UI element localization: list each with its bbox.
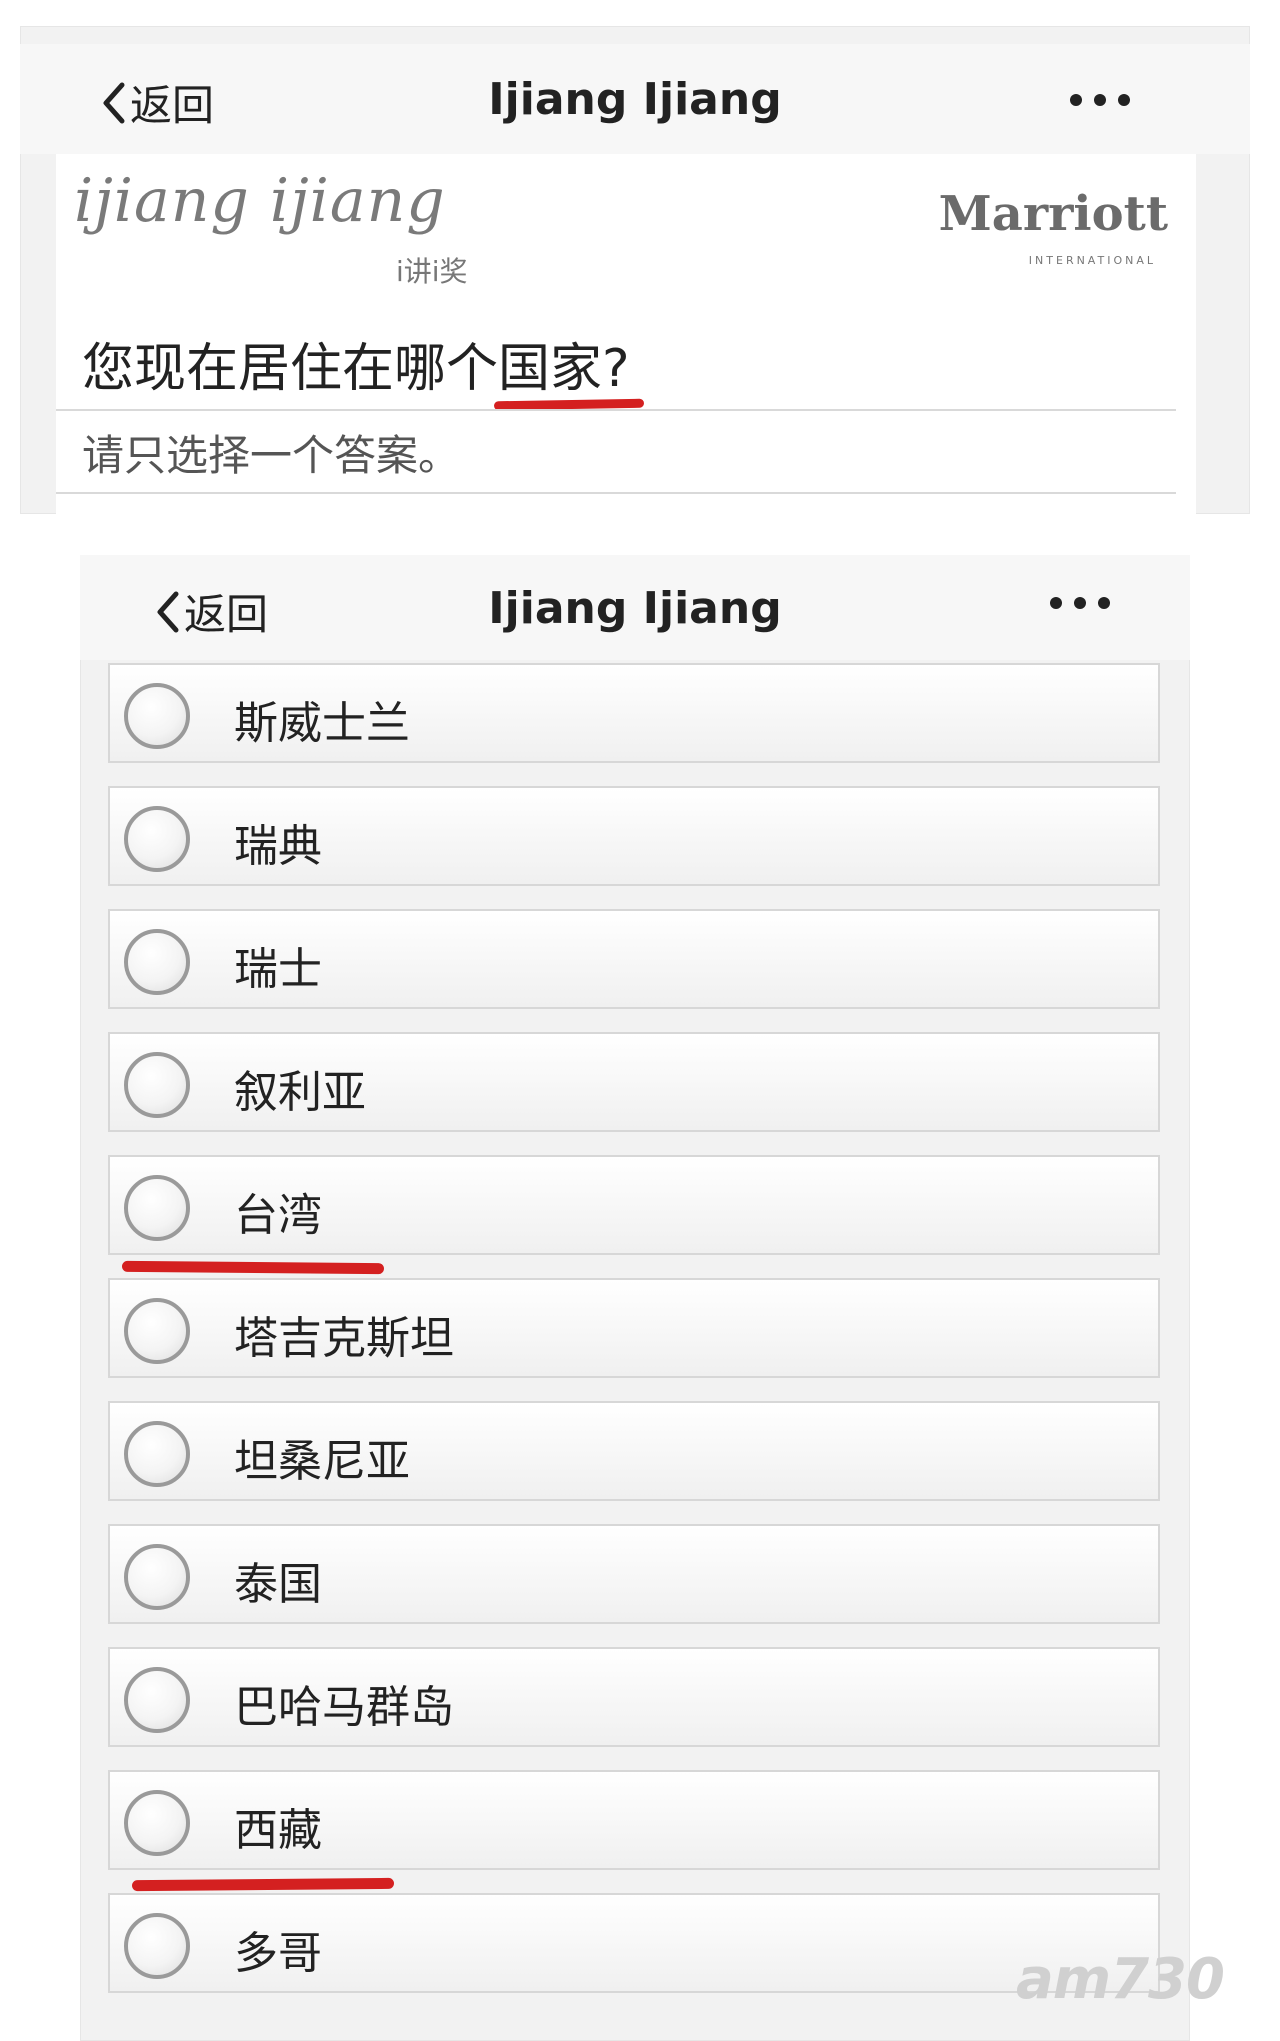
option-switzerland[interactable]: 瑞士 xyxy=(108,909,1160,1009)
question-text: 您现在居住在哪个国家? xyxy=(82,339,630,399)
option-label: 台湾 xyxy=(234,1190,322,1241)
radio-button[interactable] xyxy=(124,806,190,872)
option-label: 巴哈马群岛 xyxy=(234,1682,454,1733)
nav-bar: 返回 Ijiang Ijiang xyxy=(80,555,1190,660)
radio-button[interactable] xyxy=(124,1175,190,1241)
option-thailand[interactable]: 泰国 xyxy=(108,1524,1160,1624)
instruction-text: 请只选择一个答案。 xyxy=(82,431,461,480)
screenshot-question: 返回 Ijiang Ijiang ijiang ijiang i讲i奖 Marr… xyxy=(20,26,1250,514)
radio-button[interactable] xyxy=(124,1667,190,1733)
radio-button[interactable] xyxy=(124,1421,190,1487)
option-label: 叙利亚 xyxy=(234,1067,366,1118)
option-syria[interactable]: 叙利亚 xyxy=(108,1032,1160,1132)
option-label: 瑞士 xyxy=(234,944,322,995)
screenshot-options: 返回 Ijiang Ijiang 斯威士兰 瑞典 瑞士 叙利亚 台湾 塔吉克斯坦… xyxy=(80,555,1190,2041)
option-label: 坦桑尼亚 xyxy=(234,1436,410,1487)
radio-button[interactable] xyxy=(124,683,190,749)
option-tajikistan[interactable]: 塔吉克斯坦 xyxy=(108,1278,1160,1378)
option-tanzania[interactable]: 坦桑尼亚 xyxy=(108,1401,1160,1501)
option-label: 西藏 xyxy=(234,1805,322,1856)
radio-button[interactable] xyxy=(124,1298,190,1364)
marriott-logo-subtitle: INTERNATIONAL xyxy=(1028,254,1156,267)
nav-title: Ijiang Ijiang xyxy=(488,74,782,125)
radio-button[interactable] xyxy=(124,1052,190,1118)
more-options-icon[interactable] xyxy=(1050,593,1120,613)
marriott-logo: Marriott xyxy=(938,186,1168,242)
nav-title: Ijiang Ijiang xyxy=(488,583,782,634)
option-label: 瑞典 xyxy=(234,821,322,872)
radio-button[interactable] xyxy=(124,929,190,995)
divider xyxy=(56,492,1176,494)
option-tibet[interactable]: 西藏 xyxy=(108,1770,1160,1870)
nav-bar: 返回 Ijiang Ijiang xyxy=(20,44,1250,154)
radio-button[interactable] xyxy=(124,1913,190,1979)
option-label: 多哥 xyxy=(234,1928,322,1979)
option-togo[interactable]: 多哥 xyxy=(108,1893,1160,1993)
option-sweden[interactable]: 瑞典 xyxy=(108,786,1160,886)
divider xyxy=(56,409,1176,411)
option-bahamas[interactable]: 巴哈马群岛 xyxy=(108,1647,1160,1747)
brand-subtitle: i讲i奖 xyxy=(396,255,468,288)
survey-card: ijiang ijiang i讲i奖 Marriott INTERNATIONA… xyxy=(56,154,1196,514)
option-label: 泰国 xyxy=(234,1559,322,1610)
brand-logo: ijiang ijiang xyxy=(74,166,446,236)
option-swaziland[interactable]: 斯威士兰 xyxy=(108,663,1160,763)
radio-button[interactable] xyxy=(124,1544,190,1610)
option-label: 塔吉克斯坦 xyxy=(234,1313,454,1364)
red-underline-annotation xyxy=(121,1260,385,1275)
option-taiwan[interactable]: 台湾 xyxy=(108,1155,1160,1255)
radio-button[interactable] xyxy=(124,1790,190,1856)
watermark-logo: am730 xyxy=(1015,1947,1225,2012)
option-label: 斯威士兰 xyxy=(234,698,410,749)
more-options-icon[interactable] xyxy=(1070,90,1140,110)
red-underline-annotation xyxy=(131,1877,395,1892)
